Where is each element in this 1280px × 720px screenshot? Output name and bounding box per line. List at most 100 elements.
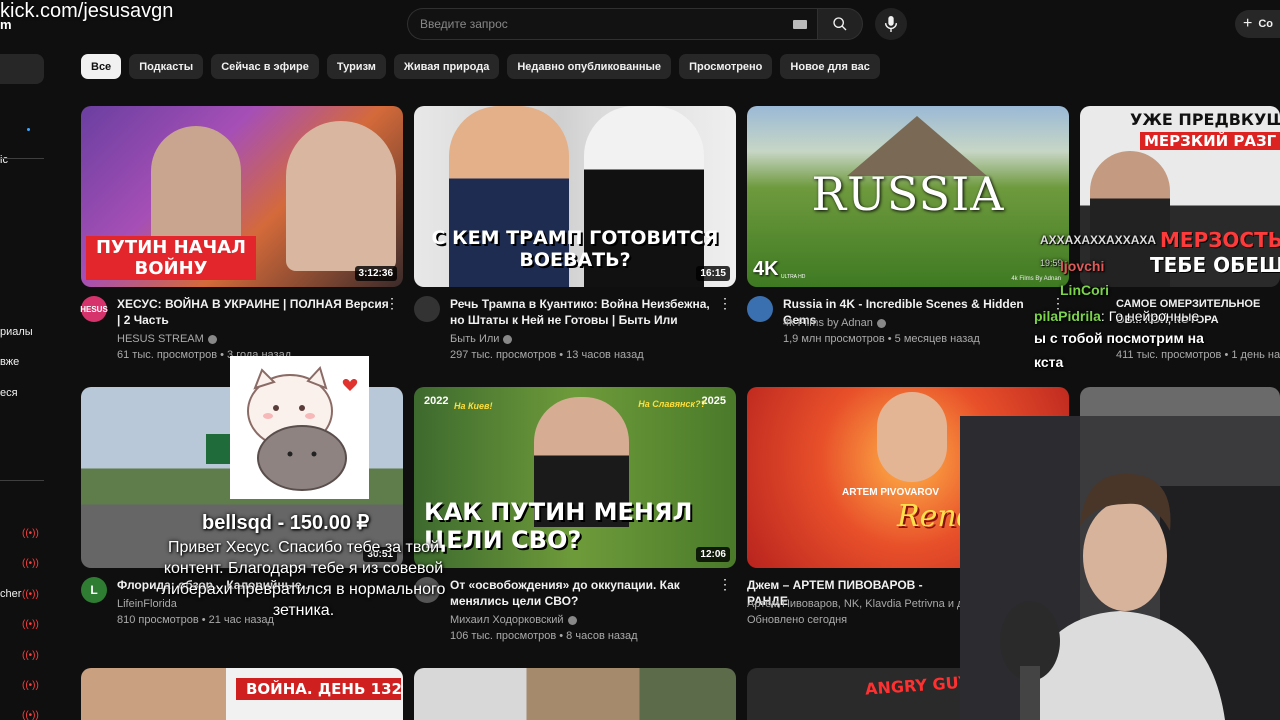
verified-icon <box>207 334 217 344</box>
sidebar-divider <box>0 158 44 159</box>
channel-avatar[interactable]: L <box>81 577 107 603</box>
sidebar-item-important[interactable]: вже <box>0 356 19 368</box>
live-icon: ((•)) <box>22 619 39 630</box>
plus-icon: + <box>1243 15 1253 32</box>
thumbnail-year: 2022 <box>424 395 449 407</box>
video-thumbnail[interactable]: 2022 2025 На Киев! На Славянск?? КАК ПУТ… <box>414 387 736 568</box>
thumbnail-person <box>151 126 241 246</box>
video-thumbnail[interactable]: ВОЙНА. ДЕНЬ 1320 <box>81 668 403 720</box>
donation-sticker-image <box>230 356 369 499</box>
chip-wildlife[interactable]: Живая природа <box>393 54 500 79</box>
channel-name[interactable]: 4k Films by Adnan <box>783 317 886 329</box>
thumbnail-text: С КЕМ ТРАМП ГОТОВИТСЯ ВОЕВАТЬ? <box>431 227 719 271</box>
video-duration: 12:06 <box>696 547 730 562</box>
channel-name[interactable]: Артём Пивоваров, NK, Klavdia Petrivna и … <box>747 598 970 610</box>
video-thumbnail[interactable]: С КЕМ ТРАМП ГОТОВИТСЯ ВОЕВАТЬ? 16:15 <box>414 106 736 287</box>
thumbnail-tag: На Киев! <box>454 401 493 411</box>
chat-username: LinCori <box>1060 282 1109 298</box>
chip-recently-uploaded[interactable]: Недавно опубликованные <box>507 54 672 79</box>
video-meta: 1,9 млн просмотров • 5 месяцев назад <box>783 333 980 345</box>
chat-username-text: LinCori <box>1060 282 1109 298</box>
live-icon: ((•)) <box>22 589 39 600</box>
channel-name-text: 4k Films by Adnan <box>783 317 873 329</box>
chip-live[interactable]: Сейчас в эфире <box>211 54 319 79</box>
video-card[interactable]: 2022 2025 На Киев! На Славянск?? КАК ПУТ… <box>414 387 736 642</box>
video-thumbnail[interactable]: УЖЕ ПРЕДВКУША МЕРЗКИЙ РАЗГ МЕРЗОСТЬ ТЕБЕ… <box>1080 106 1280 287</box>
video-card[interactable]: RUSSIA 4K ULTRA HD 4k Films By Adnan Rus… <box>747 106 1069 345</box>
sidebar-item-music[interactable]: ic <box>0 154 8 166</box>
channel-name-text: Быть Или <box>450 333 500 345</box>
thumbnail-text: ТЕБЕ ОБЕЩА <box>1150 253 1280 277</box>
chat-username: ljovchi <box>1060 258 1104 274</box>
thumbnail-4k-sub: ULTRA HD <box>781 274 806 280</box>
chip-podcasts[interactable]: Подкасты <box>129 54 204 79</box>
sidebar-item-channel[interactable]: cher <box>0 588 21 600</box>
video-meta: 411 тыс. просмотров • 1 день наз <box>1116 349 1280 361</box>
video-title[interactable]: От «освобождения» до оккупации. Как меня… <box>450 577 722 609</box>
create-label: Со <box>1258 18 1274 30</box>
video-card[interactable]: ПУТИН НАЧАЛ ВОЙНУ 3:12:36 HESUS ХЕСУС: В… <box>80 106 403 361</box>
more-options-icon[interactable]: ⋮ <box>718 577 732 591</box>
chat-message: pilaPidrila: Го нейронные <box>1034 308 1199 324</box>
video-card[interactable]: С КЕМ ТРАМП ГОТОВИТСЯ ВОЕВАТЬ? 16:15 Реч… <box>414 106 736 361</box>
chat-username-text: pilaPidrila <box>1034 308 1101 324</box>
video-meta: 297 тыс. просмотров • 13 часов назад <box>450 349 644 361</box>
webcam-feed <box>960 416 1280 720</box>
video-meta: 106 тыс. просмотров • 8 часов назад <box>450 630 638 642</box>
video-thumbnail[interactable] <box>414 668 736 720</box>
video-meta: Обновлено сегодня <box>747 614 848 626</box>
verified-icon <box>503 334 513 344</box>
sidebar: ic риалы вже еся ((•)) ((•)) cher ((•)) … <box>0 40 48 720</box>
video-title[interactable]: Речь Трампа в Куантико: Война Неизбежна,… <box>450 296 722 328</box>
channel-name[interactable]: Быть Или <box>450 333 513 345</box>
keyboard-icon[interactable] <box>793 20 807 29</box>
thumbnail-text: КАК ПУТИН МЕНЯЛ ЦЕЛИ СВО? <box>424 498 693 554</box>
thumbnail-name: ARTEM PIVOVAROV <box>842 487 940 498</box>
chat-message: ы с тобой посмотрим на <box>1034 330 1204 346</box>
thumbnail-text: МЕРЗОСТЬ <box>1160 228 1280 252</box>
search-input[interactable] <box>420 17 780 31</box>
stream-url-overlay: kick.com/jesusavgn <box>0 0 174 22</box>
thumbnail-credit: 4k Films By Adnan <box>1011 276 1061 282</box>
voice-search-button[interactable] <box>875 8 907 40</box>
sidebar-item-home[interactable] <box>0 54 44 84</box>
chip-tourism[interactable]: Туризм <box>326 54 386 79</box>
chat-message: кста <box>1034 354 1064 370</box>
cat-sticker-icon <box>247 366 358 491</box>
video-card[interactable]: ВОЙНА. ДЕНЬ 1320 <box>81 668 403 720</box>
thumbnail-text: ANGRY GUY <box>864 672 971 699</box>
video-card[interactable]: УЖЕ ПРЕДВКУША МЕРЗКИЙ РАЗГ МЕРЗОСТЬ ТЕБЕ… <box>1080 106 1280 361</box>
thumbnail-text: ПУТИН НАЧАЛ ВОЙНУ <box>95 237 247 279</box>
channel-avatar[interactable] <box>414 296 440 322</box>
chip-new-for-you[interactable]: Новое для вас <box>780 54 880 79</box>
search-box[interactable] <box>407 8 817 40</box>
sidebar-item-liked[interactable]: еся <box>0 387 18 399</box>
channel-name[interactable]: HESUS STREAM <box>117 333 217 345</box>
more-options-icon[interactable]: ⋮ <box>718 296 732 310</box>
video-thumbnail[interactable]: RUSSIA 4K ULTRA HD 4k Films By Adnan <box>747 106 1069 287</box>
thumbnail-text: МЕРЗКИЙ РАЗГ <box>1140 132 1280 150</box>
channel-name-text: HESUS STREAM <box>117 333 204 345</box>
channel-avatar[interactable]: HESUS <box>80 296 108 322</box>
create-button[interactable]: + Со <box>1235 10 1280 38</box>
more-options-icon[interactable]: ⋮ <box>385 296 399 310</box>
more-options-icon[interactable]: ⋮ <box>1051 296 1065 310</box>
sidebar-item-series[interactable]: риалы <box>0 326 33 338</box>
live-icon: ((•)) <box>22 710 39 720</box>
channel-avatar[interactable] <box>747 296 773 322</box>
video-card[interactable] <box>414 668 736 720</box>
chip-all[interactable]: Все <box>81 54 122 79</box>
video-thumbnail[interactable]: ПУТИН НАЧАЛ ВОЙНУ 3:12:36 <box>81 106 403 287</box>
channel-name[interactable]: Михаил Ходорковский <box>450 614 577 626</box>
video-title[interactable]: ХЕСУС: ВОЙНА В УКРАИНЕ | ПОЛНАЯ Версия |… <box>117 296 389 328</box>
search-icon <box>833 17 847 31</box>
video-duration: 3:12:36 <box>354 266 397 281</box>
search-button[interactable] <box>817 8 863 40</box>
chat-message: АХХАХАХХАХХАХА <box>1040 233 1157 247</box>
chip-watched[interactable]: Просмотрено <box>679 54 773 79</box>
thumbnail-person <box>286 121 396 271</box>
thumbnail-tag: На Славянск?? <box>638 399 706 409</box>
channel-name-text: Михаил Ходорковский <box>450 614 564 626</box>
notification-dot <box>27 128 30 131</box>
stream-overlay-fragment: m <box>0 17 12 32</box>
